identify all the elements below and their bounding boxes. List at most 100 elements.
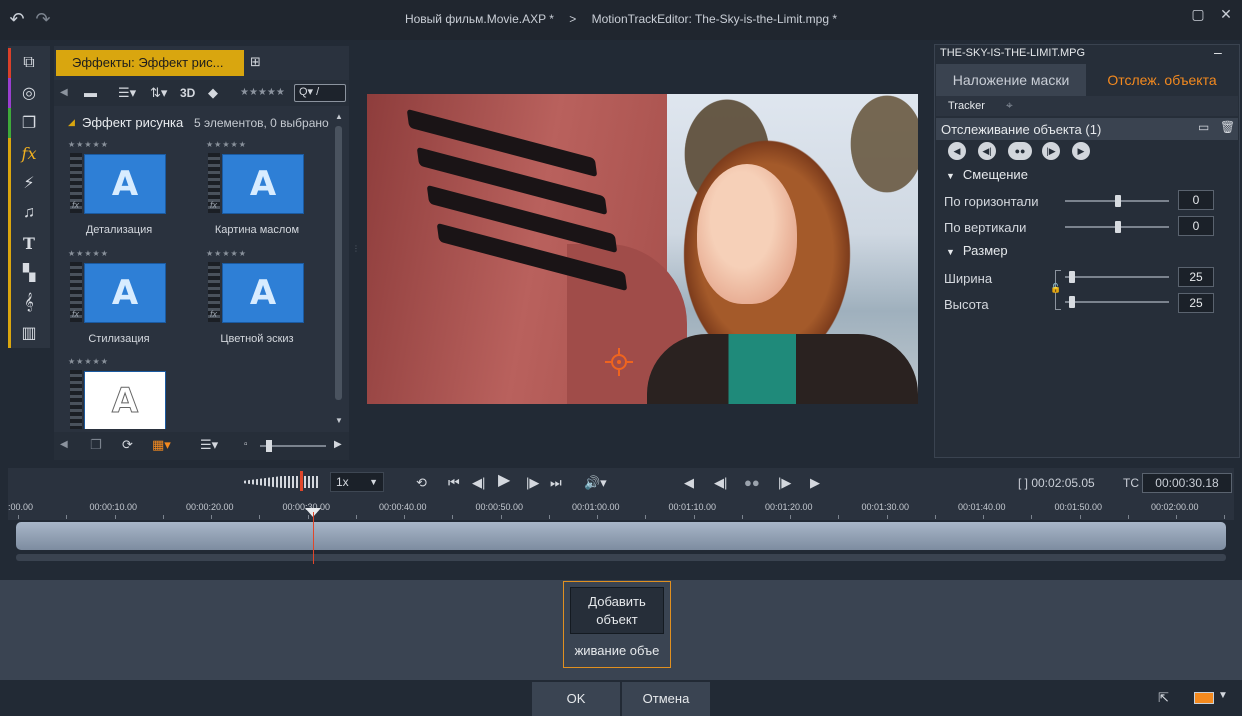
list-view-icon[interactable]: ☰▾	[118, 83, 136, 103]
scroll-left-icon[interactable]: ◀	[60, 435, 68, 455]
track-icon[interactable]: ●●	[1008, 142, 1032, 160]
rating-stars[interactable]: ★★★★★	[206, 140, 247, 149]
detail-view-icon[interactable]: ☰▾	[200, 435, 218, 455]
library-search-input[interactable]: Q▾ /	[294, 84, 346, 102]
timecode-input[interactable]: 00:00:30.18	[1142, 473, 1232, 493]
display-mode-dropdown-icon[interactable]: ▼	[1218, 690, 1228, 701]
ruler-tick	[887, 515, 888, 519]
height-slider[interactable]	[1065, 296, 1169, 308]
track-forward-icon[interactable]: ▶	[810, 475, 820, 491]
sort-icon[interactable]: ⇅▾	[150, 83, 167, 103]
media-icon[interactable]: ❐	[8, 108, 50, 138]
effect-item-sketch[interactable]: ★★★★★ A	[62, 357, 172, 429]
track-backward-icon[interactable]: ◀	[684, 475, 694, 491]
step-forward-icon[interactable]: |▶	[526, 475, 539, 491]
trash-icon[interactable]: 🗑	[1220, 120, 1235, 134]
left-toolbar: ⧉ ◎ ❐ fx ⚡ ♫ T ▚ 𝄞 ▥	[8, 46, 50, 348]
tab-mask-overlay[interactable]: Наложение маски	[936, 64, 1086, 96]
rating-stars[interactable]: ★★★★★	[68, 140, 109, 149]
playback-speed-select[interactable]: 1x ▼	[330, 472, 384, 492]
fx-badge-icon: fx	[210, 309, 218, 319]
tab-object-tracking[interactable]: Отслеж. объекта	[1086, 64, 1238, 96]
track-step-forward-icon[interactable]: |▶	[778, 475, 791, 491]
horizontal-value-input[interactable]: 0	[1178, 190, 1214, 210]
loop-icon[interactable]: ⟲	[416, 475, 427, 491]
width-value-input[interactable]: 25	[1178, 267, 1214, 287]
tag-icon[interactable]: ◆	[208, 83, 218, 103]
vertical-value-input[interactable]: 0	[1178, 216, 1214, 236]
group-size[interactable]: ▼ Размер	[946, 243, 1008, 258]
fx-icon[interactable]: fx	[8, 138, 50, 168]
horizontal-label: По горизонтали	[944, 194, 1039, 209]
crosshair-icon[interactable]: ⌖	[1006, 98, 1013, 113]
rating-stars[interactable]: ★★★★★	[68, 357, 109, 366]
add-object-button[interactable]: Добавить объект	[570, 587, 664, 634]
treble-clef-icon[interactable]: 𝄞	[8, 288, 50, 318]
3d-filter-button[interactable]: 3D	[180, 83, 195, 103]
first-keyframe-icon[interactable]: ◀	[948, 142, 966, 160]
effect-thumbnail: A	[84, 154, 166, 214]
external-preview-icon[interactable]: ⇱	[1158, 690, 1178, 706]
timeline-ruler[interactable]: :00.00 00:00:10.00 00:00:20.00 00:00:30.00 0…	[8, 498, 1234, 520]
height-value-input[interactable]: 25	[1178, 293, 1214, 313]
collapse-triangle-icon[interactable]: ◢	[68, 117, 75, 128]
panel-splitter[interactable]: ⋮	[352, 244, 360, 253]
next-keyframe-icon[interactable]: |▶	[1042, 142, 1060, 160]
group-offset[interactable]: ▼ Смещение	[946, 167, 1028, 182]
rating-stars[interactable]: ★★★★★	[68, 249, 109, 258]
effect-item-label: Детализация	[85, 224, 153, 236]
timeline-track[interactable]	[16, 522, 1226, 550]
montage-icon[interactable]: ▚	[8, 258, 50, 288]
maximize-icon[interactable]: ▢	[1190, 6, 1206, 22]
scroll-right-icon[interactable]: ▶	[334, 435, 342, 455]
close-icon[interactable]: ✕	[1218, 6, 1234, 22]
collapse-left-icon[interactable]: ◀	[60, 83, 68, 103]
ruler-tick	[501, 515, 502, 519]
ok-button[interactable]: OK	[532, 682, 620, 716]
project-name[interactable]: Новый фильм.Movie.AXP *	[405, 12, 554, 26]
playhead-line[interactable]	[313, 512, 314, 564]
track-step-back-icon[interactable]: ◀|	[714, 475, 727, 491]
effect-thumbnail: A	[84, 371, 166, 429]
disc-icon[interactable]: ◎	[8, 78, 50, 108]
screen-icon[interactable]: ▭	[1198, 120, 1209, 134]
last-keyframe-icon[interactable]: ▶	[1072, 142, 1090, 160]
rating-stars[interactable]: ★★★★★	[206, 249, 247, 258]
play-icon[interactable]: ▶	[498, 473, 510, 489]
rating-filter[interactable]: ★★★★★	[240, 83, 285, 103]
timeline-scrollbar[interactable]	[16, 554, 1226, 561]
new-tab-icon[interactable]: ⊞	[250, 54, 261, 70]
piano-icon[interactable]: ▥	[8, 318, 50, 348]
copy-icon[interactable]: ❐	[90, 435, 102, 455]
width-slider[interactable]	[1065, 271, 1169, 283]
library-icon[interactable]: ⧉	[8, 48, 50, 78]
thumbnail-size-slider[interactable]	[260, 440, 326, 452]
title-text-icon[interactable]: T	[8, 228, 50, 258]
library-tab-effects[interactable]: Эффекты: Эффект рис...	[56, 50, 244, 76]
vertical-slider[interactable]	[1065, 221, 1169, 233]
folder-icon[interactable]: ▬	[84, 83, 97, 103]
transition-icon[interactable]: ⚡	[8, 168, 50, 198]
go-to-end-icon[interactable]: ⏭	[550, 475, 562, 491]
clip-title: THE-SKY-IS-THE-LIMIT.MPG	[940, 47, 1086, 59]
tracker-label[interactable]: Tracker	[948, 100, 985, 112]
video-preview[interactable]	[367, 94, 918, 404]
prev-keyframe-icon[interactable]: ◀|	[978, 142, 996, 160]
refresh-icon[interactable]: ⟳	[122, 435, 133, 455]
go-to-start-icon[interactable]: ⏮	[448, 475, 460, 491]
ruler-tick	[838, 515, 839, 519]
step-back-icon[interactable]: ◀|	[472, 475, 485, 491]
shuttle-jog-control[interactable]	[244, 476, 320, 488]
music-icon[interactable]: ♫	[8, 198, 50, 228]
tracking-target-icon[interactable]	[605, 348, 633, 376]
horizontal-slider[interactable]	[1065, 195, 1169, 207]
track-object-icon[interactable]: ●●	[744, 475, 760, 491]
volume-icon[interactable]: 🔊▾	[584, 475, 607, 491]
library-scrollbar[interactable]: ▲ ▼	[334, 112, 344, 428]
minimize-panel-icon[interactable]: –	[1214, 44, 1222, 60]
cancel-button[interactable]: Отмена	[622, 682, 710, 716]
clip-duration: [ ] 00:02:05.05	[1018, 476, 1095, 490]
display-mode-icon[interactable]	[1194, 692, 1214, 704]
lock-icon[interactable]: 🔓	[1050, 283, 1061, 294]
grid-view-icon[interactable]: ▦▾	[152, 435, 171, 455]
